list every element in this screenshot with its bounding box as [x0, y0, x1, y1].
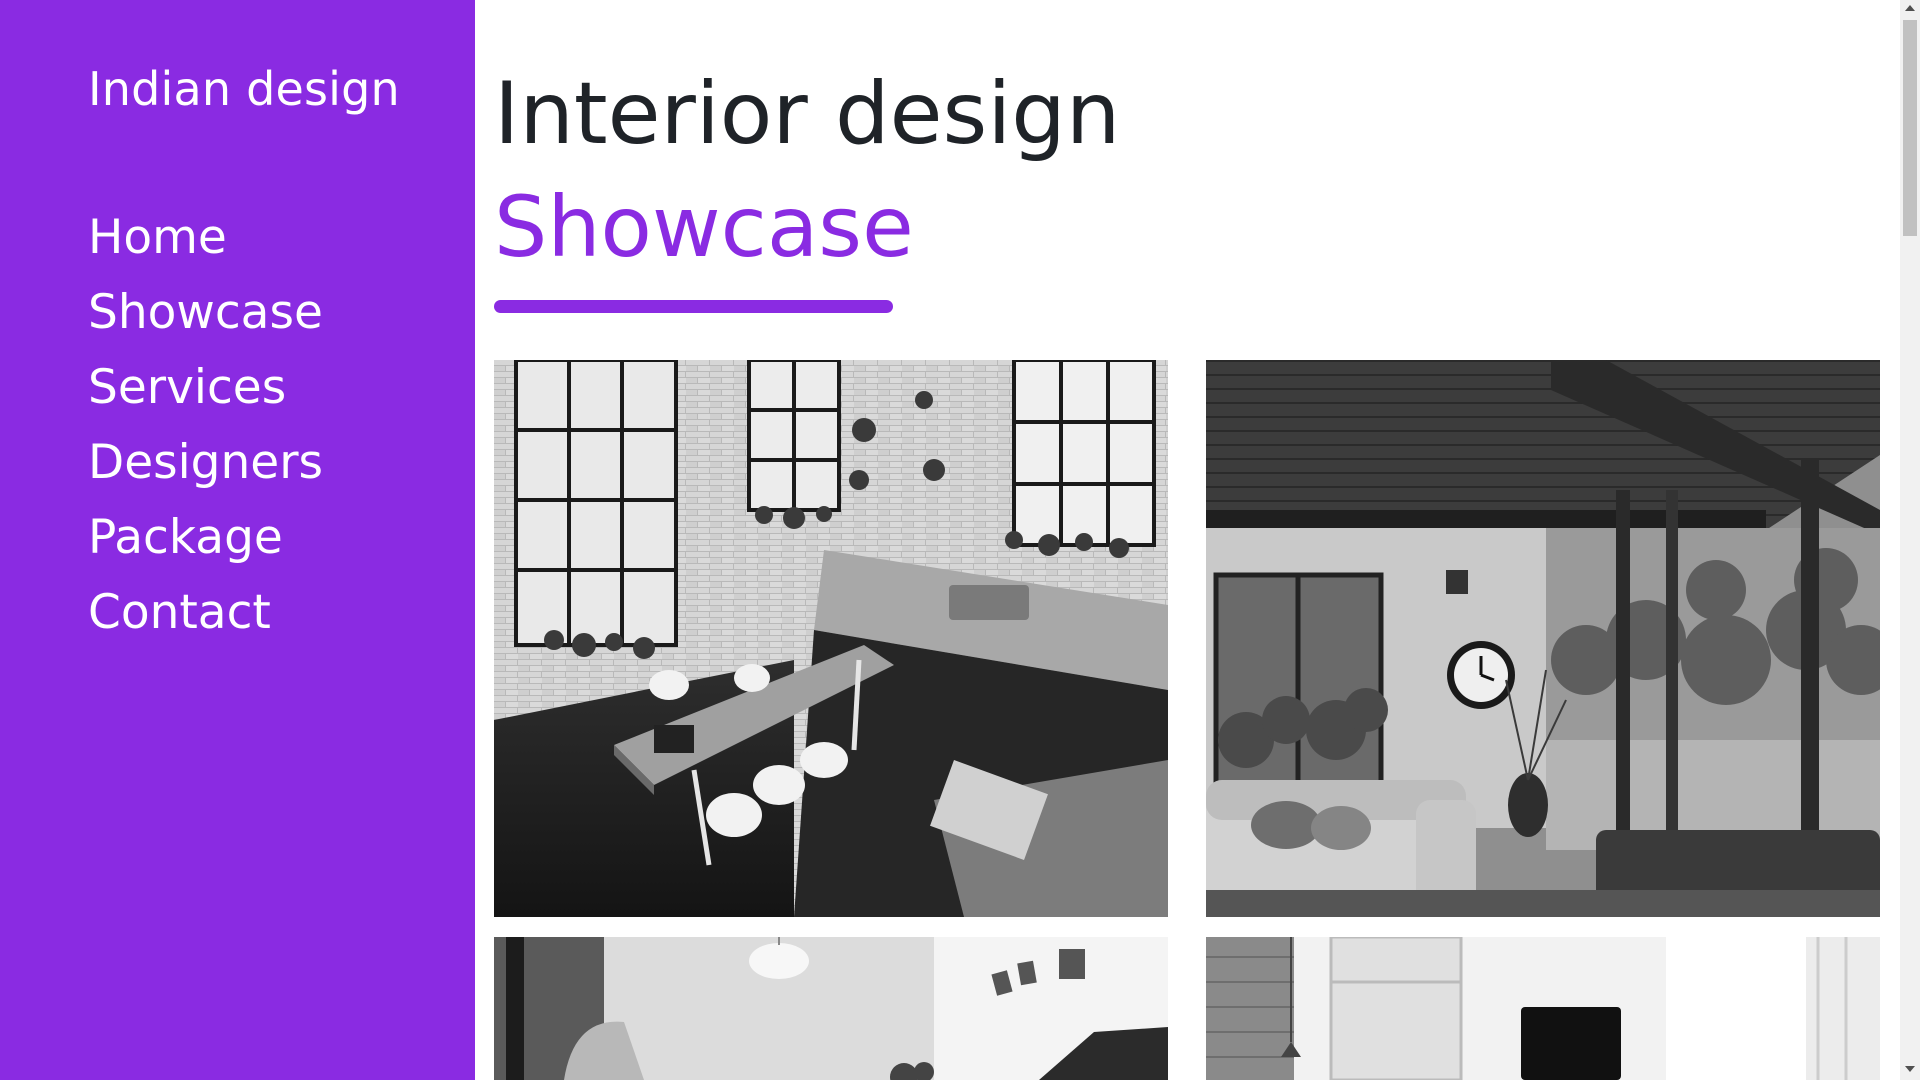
nav-link-contact[interactable]: Contact — [88, 585, 271, 640]
gallery-photo-living[interactable] — [1206, 360, 1880, 917]
nav-link-showcase[interactable]: Showcase — [88, 285, 323, 340]
nav-link-home[interactable]: Home — [88, 210, 227, 265]
nav-link-designers[interactable]: Designers — [88, 435, 323, 490]
scrollbar-thumb[interactable] — [1903, 20, 1917, 236]
living-room-photo — [1206, 360, 1880, 917]
nav-item-contact: Contact — [88, 575, 323, 650]
gallery-photo-kitchen[interactable] — [494, 360, 1168, 917]
gallery-photo-bedroom[interactable] — [494, 937, 1168, 1080]
nav-item-home: Home — [88, 200, 323, 275]
sidebar: Indian design Home Showcase Services Des… — [0, 0, 475, 1080]
kitchen-dining-photo — [494, 360, 1168, 917]
nav-item-package: Package — [88, 500, 323, 575]
nav-link-services[interactable]: Services — [88, 360, 286, 415]
page-title: Interior design — [494, 64, 1121, 164]
nav-link-package[interactable]: Package — [88, 510, 283, 565]
vertical-scrollbar[interactable] — [1900, 0, 1920, 1080]
scroll-down-arrow-icon[interactable] — [1905, 1066, 1915, 1072]
scroll-up-arrow-icon[interactable] — [1905, 5, 1915, 11]
white-room-photo — [1206, 937, 1880, 1080]
gallery-photo-white-room[interactable] — [1206, 937, 1880, 1080]
main-content: Interior design Showcase — [494, 0, 1880, 1080]
sidebar-nav: Home Showcase Services Designers Package… — [88, 200, 323, 650]
subtitle-underline — [494, 300, 893, 313]
nav-item-designers: Designers — [88, 425, 323, 500]
nav-item-services: Services — [88, 350, 323, 425]
section-subtitle: Showcase — [494, 178, 914, 276]
brand-title[interactable]: Indian design — [88, 62, 400, 116]
bedroom-photo — [494, 937, 1168, 1080]
nav-item-showcase: Showcase — [88, 275, 323, 350]
